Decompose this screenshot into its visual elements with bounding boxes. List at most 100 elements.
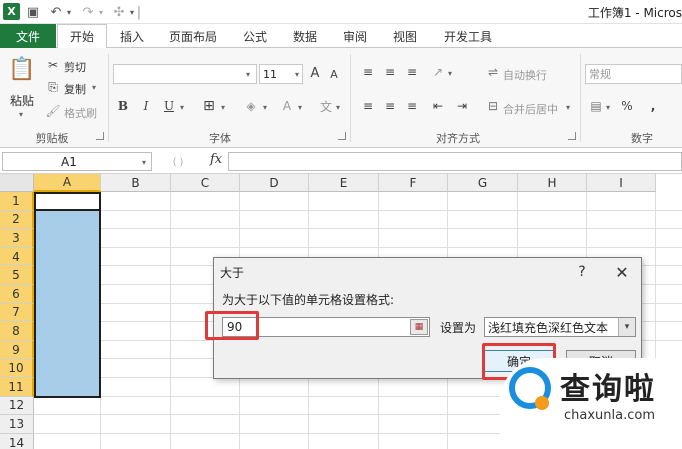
tab-page-layout[interactable]: 页面布局 xyxy=(160,24,226,48)
row-header-7[interactable]: 7 xyxy=(0,303,34,323)
fill-color-icon[interactable]: ◈ xyxy=(243,98,259,114)
font-color-icon[interactable]: A xyxy=(280,98,294,114)
clipboard-launcher-icon[interactable] xyxy=(96,132,104,140)
font-name-select[interactable] xyxy=(113,64,257,84)
font-color-dropdown-icon[interactable]: ▾ xyxy=(298,103,302,112)
tab-data[interactable]: 数据 xyxy=(284,24,326,48)
tab-view[interactable]: 视图 xyxy=(384,24,426,48)
align-top-icon[interactable]: ≡ xyxy=(360,64,376,80)
accounting-dropdown-icon[interactable]: ▾ xyxy=(606,103,610,112)
range-picker-icon[interactable]: ▦ xyxy=(410,319,428,335)
undo-dropdown-icon[interactable]: ▾ xyxy=(65,3,73,21)
font-size-dropdown-icon[interactable]: ▾ xyxy=(295,70,299,79)
align-left-icon[interactable]: ≡ xyxy=(360,98,376,114)
column-header-b[interactable]: B xyxy=(101,174,171,192)
active-cell[interactable] xyxy=(34,192,101,211)
column-header-d[interactable]: D xyxy=(240,174,309,192)
row-header-2[interactable]: 2 xyxy=(0,210,34,230)
select-all-corner[interactable] xyxy=(0,174,34,192)
copy-dropdown-icon[interactable]: ▾ xyxy=(92,83,96,92)
accounting-format-icon[interactable]: ▤ xyxy=(588,98,604,114)
orientation-dropdown-icon[interactable]: ▾ xyxy=(448,69,452,78)
cut-label[interactable]: 剪切 xyxy=(64,59,86,75)
shrink-font-icon[interactable]: A xyxy=(328,66,340,82)
custom-tool-icon[interactable]: ✣ xyxy=(110,3,128,21)
row-header-5[interactable]: 5 xyxy=(0,266,34,285)
italic-button[interactable]: I xyxy=(139,98,153,114)
name-box[interactable]: A1 xyxy=(2,152,152,171)
tab-review[interactable]: 审阅 xyxy=(334,24,376,48)
selected-range[interactable] xyxy=(34,192,101,398)
font-name-dropdown-icon[interactable]: ▾ xyxy=(246,70,250,79)
redo-icon[interactable]: ↷ xyxy=(79,3,97,21)
comma-button[interactable]: , xyxy=(648,98,658,114)
paste-dropdown-icon[interactable]: ▾ xyxy=(19,110,23,119)
fill-color-dropdown-icon[interactable]: ▾ xyxy=(263,103,267,112)
tab-home[interactable]: 开始 xyxy=(57,24,107,49)
merge-dropdown-icon[interactable]: ▾ xyxy=(566,103,570,112)
align-middle-icon[interactable]: ≡ xyxy=(382,64,398,80)
borders-icon[interactable]: ⊞ xyxy=(201,98,217,114)
column-header-f[interactable]: F xyxy=(379,174,448,192)
row-header-12[interactable]: 12 xyxy=(0,396,34,416)
row-header-13[interactable]: 13 xyxy=(0,415,34,434)
wrap-text-label[interactable]: 自动换行 xyxy=(503,67,547,83)
formula-input[interactable] xyxy=(228,152,682,171)
row-header-14[interactable]: 14 xyxy=(0,433,34,449)
tab-file[interactable]: 文件 xyxy=(0,24,56,48)
column-header-c[interactable]: C xyxy=(171,174,240,192)
merge-center-label[interactable]: 合并后居中 xyxy=(503,101,558,117)
alignment-launcher-icon[interactable] xyxy=(568,132,576,140)
save-icon[interactable]: ▣ xyxy=(25,3,41,21)
align-right-icon[interactable]: ≡ xyxy=(404,98,420,114)
align-center-icon[interactable]: ≡ xyxy=(382,98,398,114)
format-painter-label[interactable]: 格式刷 xyxy=(64,105,97,121)
percent-button[interactable]: % xyxy=(620,98,634,114)
paste-icon[interactable]: 📋 xyxy=(8,54,36,84)
orientation-icon[interactable]: ↗ xyxy=(430,64,446,80)
formula-bar-resize-icon[interactable]: ⟨ ⟩ xyxy=(158,154,198,170)
undo-icon[interactable]: ↶ xyxy=(47,3,65,21)
column-header-g[interactable]: G xyxy=(448,174,518,192)
close-icon[interactable]: ✕ xyxy=(611,261,633,283)
row-header-10[interactable]: 10 xyxy=(0,359,34,378)
underline-button[interactable]: U xyxy=(162,98,176,114)
row-header-3[interactable]: 3 xyxy=(0,229,34,248)
bold-button[interactable]: B xyxy=(116,98,130,114)
merge-center-icon[interactable]: ⊟ xyxy=(486,98,500,114)
chevron-down-icon[interactable]: ▾ xyxy=(618,318,635,336)
phonetic-icon[interactable]: 文 xyxy=(318,98,334,114)
copy-label[interactable]: 复制 xyxy=(64,81,86,97)
tab-formulas[interactable]: 公式 xyxy=(234,24,276,48)
row-header-8[interactable]: 8 xyxy=(0,322,34,341)
borders-dropdown-icon[interactable]: ▾ xyxy=(221,103,225,112)
font-launcher-icon[interactable] xyxy=(338,132,346,140)
row-header-4[interactable]: 4 xyxy=(0,247,34,267)
column-header-e[interactable]: E xyxy=(309,174,379,192)
format-painter-icon[interactable]: 🖌 xyxy=(45,104,60,118)
insert-function-icon[interactable]: fx xyxy=(210,152,222,167)
row-header-11[interactable]: 11 xyxy=(0,378,34,397)
redo-dropdown-icon[interactable]: ▾ xyxy=(97,3,105,21)
custom-tool-dropdown-icon[interactable]: ▾ xyxy=(128,3,136,21)
column-header-h[interactable]: H xyxy=(518,174,587,192)
tab-insert[interactable]: 插入 xyxy=(110,24,154,48)
row-header-1[interactable]: 1 xyxy=(0,192,34,211)
underline-dropdown-icon[interactable]: ▾ xyxy=(180,103,184,112)
cut-icon[interactable]: ✂ xyxy=(46,58,60,72)
align-bottom-icon[interactable]: ≡ xyxy=(404,64,420,80)
grow-font-icon[interactable]: A xyxy=(308,64,322,82)
paste-label[interactable]: 粘贴 xyxy=(10,92,34,109)
wrap-text-icon[interactable]: ⇌ xyxy=(486,64,500,80)
decrease-indent-icon[interactable]: ⇤ xyxy=(430,98,446,114)
name-box-dropdown-icon[interactable]: ▾ xyxy=(142,158,146,167)
row-header-9[interactable]: 9 xyxy=(0,340,34,360)
phonetic-dropdown-icon[interactable]: ▾ xyxy=(336,103,340,112)
help-icon[interactable]: ? xyxy=(572,262,592,282)
column-header-i[interactable]: I xyxy=(587,174,656,192)
copy-icon[interactable]: ⎘ xyxy=(46,80,60,94)
column-header-a[interactable]: A xyxy=(34,174,101,192)
tab-developer[interactable]: 开发工具 xyxy=(436,24,500,48)
number-format-select[interactable]: 常规 xyxy=(585,64,682,84)
format-style-select[interactable]: 浅红填充色深红色文本 ▾ xyxy=(484,317,636,337)
